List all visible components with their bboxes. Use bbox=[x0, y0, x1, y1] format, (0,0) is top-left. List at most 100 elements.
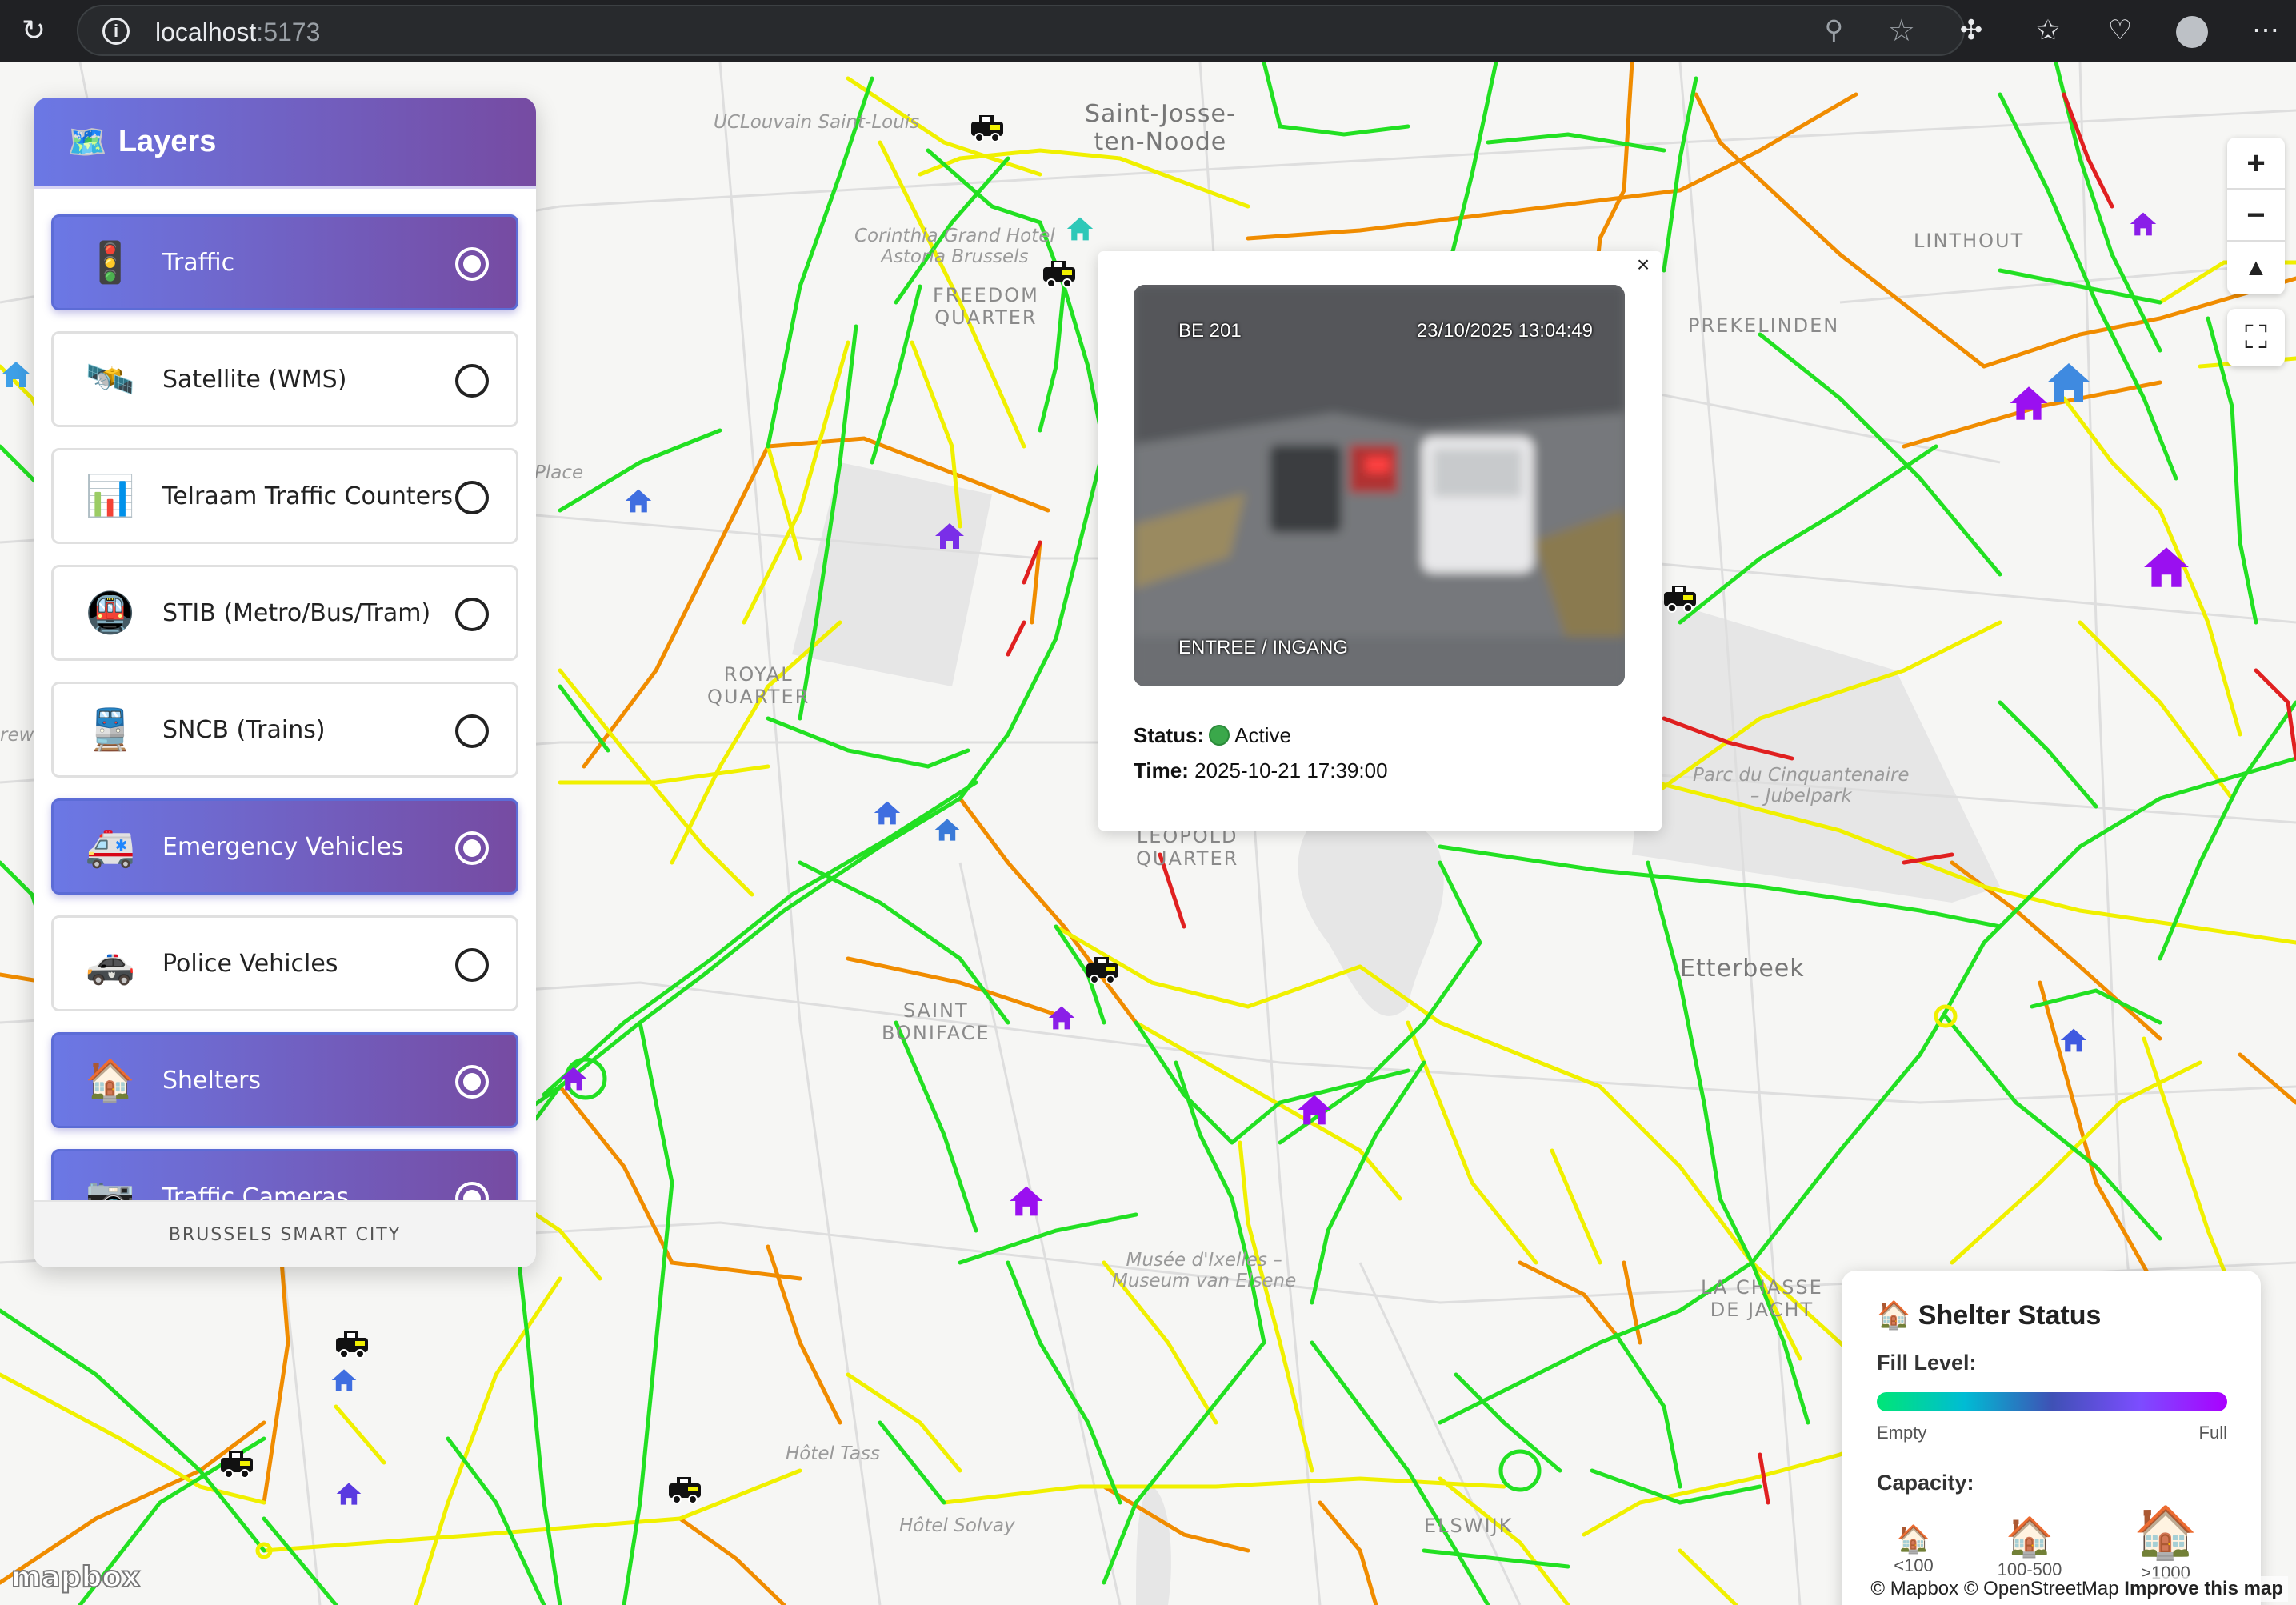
layers-header: 🗺️ Layers bbox=[34, 98, 536, 189]
layer-item-shelters[interactable]: 🏠 Shelters bbox=[51, 1032, 518, 1128]
zoom-out-button[interactable]: − bbox=[2227, 190, 2285, 242]
status-value: Active bbox=[1234, 723, 1291, 747]
camera-feed-image: BE 201 23/10/2025 13:04:49 ENTREE / INGA… bbox=[1134, 285, 1625, 686]
shelter-marker-icon[interactable] bbox=[2128, 210, 2158, 238]
map-navigation-control: + − ▲ bbox=[2227, 138, 2285, 294]
camera-caption-overlay: ENTREE / INGANG bbox=[1178, 637, 1349, 658]
status-dot-icon bbox=[1209, 725, 1230, 746]
house-large-icon: 🏠 bbox=[2134, 1503, 2198, 1561]
shelter-marker-icon[interactable] bbox=[933, 816, 962, 843]
layer-item-telraam[interactable]: 📊 Telraam Traffic Counters bbox=[51, 448, 518, 544]
telraam-icon: 📊 bbox=[85, 473, 136, 518]
sncb-icon: 🚆 bbox=[85, 706, 136, 752]
map-label-la-chasse: LA CHASSE DE JACHT bbox=[1701, 1276, 1823, 1321]
reload-icon[interactable]: ↻ bbox=[18, 14, 50, 46]
more-menu-icon[interactable]: ⋯ bbox=[2246, 11, 2285, 50]
url-host: localhost bbox=[155, 18, 257, 46]
compass-button[interactable]: ▲ bbox=[2227, 242, 2285, 294]
layer-radio[interactable] bbox=[455, 831, 489, 865]
layer-label: Police Vehicles bbox=[162, 949, 338, 978]
layer-item-traffic[interactable]: 🚦 Traffic bbox=[51, 214, 518, 310]
shelter-marker-icon[interactable] bbox=[334, 1480, 363, 1507]
layer-item-satellite[interactable]: 🛰️ Satellite (WMS) bbox=[51, 331, 518, 427]
emergency-vehicle-marker-icon[interactable] bbox=[970, 112, 1005, 142]
favorites-icon[interactable]: ✩ bbox=[2029, 11, 2067, 50]
emergency-vehicle-marker-icon[interactable] bbox=[334, 1328, 370, 1359]
map-label-musee-ixelles: Musée d'Ixelles – Museum van Elsene bbox=[1112, 1250, 1297, 1292]
popup-close-button[interactable]: × bbox=[1630, 251, 1657, 278]
capacity-small-label: <100 bbox=[1894, 1555, 1934, 1575]
map-label-elswijk: ELSWIJK bbox=[1424, 1515, 1514, 1537]
shelter-marker-icon[interactable] bbox=[1294, 1091, 1334, 1128]
shelter-marker-icon[interactable] bbox=[1064, 214, 1096, 243]
shelter-marker-icon[interactable] bbox=[330, 1367, 358, 1394]
site-info-icon[interactable]: i bbox=[102, 18, 130, 45]
map-label-hotel-tasse: Hôtel Tass bbox=[786, 1443, 880, 1464]
fill-full-label: Full bbox=[2198, 1423, 2227, 1443]
capacity-medium: 🏠 100-500 bbox=[1986, 1514, 2074, 1580]
emergency-vehicle-marker-icon[interactable] bbox=[1662, 582, 1698, 613]
emergency-vehicle-marker-icon[interactable] bbox=[1042, 258, 1077, 288]
fill-level-gradient bbox=[1877, 1392, 2227, 1411]
shelter-marker-icon[interactable] bbox=[872, 798, 902, 827]
house-icon: 🏠 bbox=[1877, 1300, 1911, 1331]
stib-icon: 🚇 bbox=[85, 590, 136, 635]
layer-item-police[interactable]: 🚓 Police Vehicles bbox=[51, 915, 518, 1011]
map-label-place: Place bbox=[534, 462, 584, 483]
zoom-in-button[interactable]: + bbox=[2227, 138, 2285, 190]
url-text[interactable]: localhost:5173 bbox=[155, 18, 320, 47]
shelter-marker-icon[interactable] bbox=[0, 358, 32, 390]
layer-radio[interactable] bbox=[455, 364, 489, 398]
capacity-label: Capacity: bbox=[1877, 1471, 1974, 1495]
shelter-marker-icon[interactable] bbox=[2139, 542, 2194, 592]
attribution-text[interactable]: © Mapbox © OpenStreetMap bbox=[1870, 1578, 2118, 1599]
url-port: :5173 bbox=[256, 18, 321, 46]
browser-toolbar: ↻ i localhost:5173 ⚲ ☆ ✣ ✩ ♡ ⋯ bbox=[0, 0, 2296, 62]
fill-level-label: Fill Level: bbox=[1877, 1351, 1977, 1375]
shelter-marker-icon[interactable] bbox=[1046, 1003, 1077, 1032]
shelters-icon: 🏠 bbox=[85, 1057, 136, 1103]
shelter-marker-icon[interactable] bbox=[2042, 358, 2096, 406]
map-label-saint-boniface: SAINT BONIFACE bbox=[882, 999, 990, 1044]
shelter-marker-icon[interactable] bbox=[558, 1064, 589, 1093]
time-label: Time: bbox=[1134, 758, 1189, 782]
layer-radio[interactable] bbox=[455, 1065, 489, 1099]
shelter-legend: 🏠 Shelter Status Fill Level: Empty Full … bbox=[1842, 1271, 2261, 1605]
emergency-vehicle-marker-icon[interactable] bbox=[667, 1474, 702, 1504]
fullscreen-button[interactable]: ⛶ bbox=[2227, 309, 2285, 366]
layer-item-emergency[interactable]: 🚑 Emergency Vehicles bbox=[51, 798, 518, 895]
mapbox-logo[interactable]: mapbox bbox=[10, 1560, 141, 1595]
layer-item-sncb[interactable]: 🚆 SNCB (Trains) bbox=[51, 682, 518, 778]
bookmark-star-icon[interactable]: ☆ bbox=[1888, 13, 1915, 49]
shelter-marker-icon[interactable] bbox=[933, 520, 966, 552]
layer-radio[interactable] bbox=[455, 948, 489, 982]
address-bar[interactable]: i localhost:5173 ⚲ ☆ bbox=[77, 5, 1965, 56]
profile-avatar-icon[interactable] bbox=[2173, 11, 2211, 50]
emergency-vehicle-marker-icon[interactable] bbox=[219, 1448, 254, 1479]
map-label-parc-cinquantenaire: Parc du Cinquantenaire – Jubelpark bbox=[1693, 765, 1910, 807]
house-small-icon: 🏠 bbox=[1896, 1524, 1931, 1555]
layers-panel: 🗺️ Layers 🚦 Traffic 🛰️ Satellite (WMS) 📊 Telr… bbox=[34, 98, 536, 1267]
layer-radio[interactable] bbox=[455, 714, 489, 748]
improve-map-link[interactable]: Improve this map bbox=[2124, 1578, 2283, 1599]
layer-radio[interactable] bbox=[455, 247, 489, 281]
camera-status: Status: Active bbox=[1134, 723, 1291, 748]
shelter-marker-icon[interactable] bbox=[1006, 1183, 1046, 1219]
legend-title-text: Shelter Status bbox=[1918, 1300, 2102, 1331]
shelter-marker-icon[interactable] bbox=[2058, 1026, 2090, 1055]
layer-label: STIB (Metro/Bus/Tram) bbox=[162, 598, 431, 627]
shelter-marker-icon[interactable] bbox=[624, 486, 653, 515]
layer-label: Emergency Vehicles bbox=[162, 832, 404, 861]
layer-item-stib[interactable]: 🚇 STIB (Metro/Bus/Tram) bbox=[51, 565, 518, 661]
zoom-icon[interactable]: ⚲ bbox=[1825, 14, 1843, 45]
house-medium-icon: 🏠 bbox=[2006, 1516, 2054, 1559]
fill-empty-label: Empty bbox=[1877, 1423, 1927, 1443]
browser-essentials-icon[interactable]: ♡ bbox=[2101, 11, 2139, 50]
emergency-vehicle-marker-icon[interactable] bbox=[1085, 954, 1120, 984]
layer-radio[interactable] bbox=[455, 598, 489, 631]
layer-label: Telraam Traffic Counters bbox=[162, 482, 454, 510]
layer-label: SNCB (Trains) bbox=[162, 715, 326, 744]
extensions-icon[interactable]: ✣ bbox=[1952, 11, 1990, 50]
layer-radio[interactable] bbox=[455, 481, 489, 514]
map-label-uclouvain: UCLouvain Saint-Louis bbox=[714, 112, 920, 133]
